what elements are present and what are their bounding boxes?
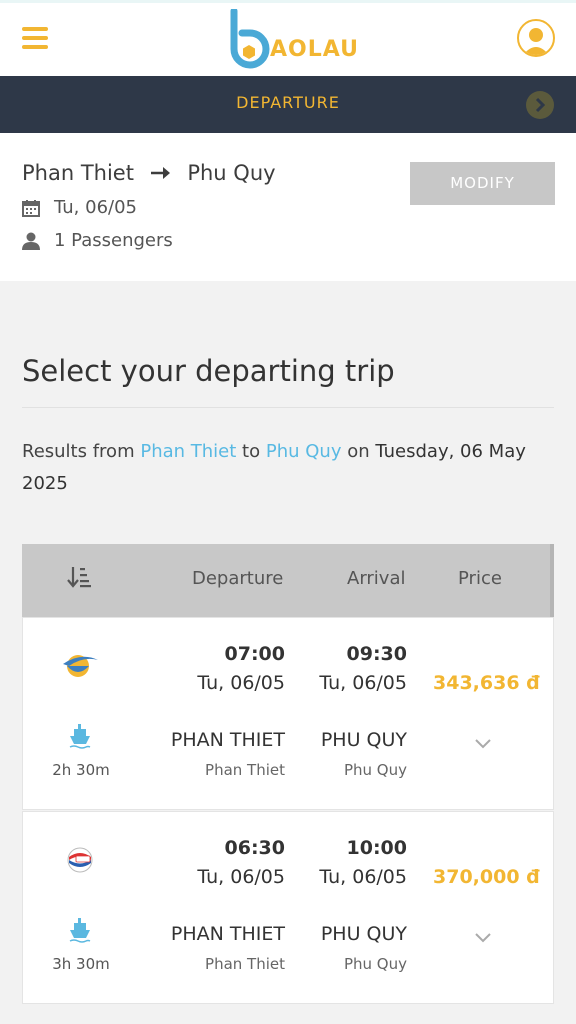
departure-port: PHAN THIET — [170, 729, 285, 751]
trip-card[interactable]: 07:00 Tu, 06/05 09:30 Tu, 06/05 343,636 … — [22, 617, 554, 810]
calendar-icon — [22, 199, 40, 217]
hamburger-menu-icon[interactable] — [22, 27, 48, 49]
modify-button[interactable]: MODIFY — [410, 162, 555, 205]
results-to-city[interactable]: Phu Quy — [266, 441, 342, 462]
trip-summary: Phan Thiet Phu Quy Tu, 06/05 1 Passenger… — [0, 133, 576, 281]
departure-date: Tu, 06/05 — [197, 866, 285, 888]
travel-date: Tu, 06/05 — [54, 197, 137, 218]
ferry-company-logo-icon — [67, 847, 93, 873]
user-avatar-icon[interactable] — [517, 19, 555, 57]
chevron-down-icon[interactable] — [473, 736, 493, 750]
departure-time: 07:00 — [224, 643, 285, 665]
header-price[interactable]: Price — [458, 568, 502, 589]
page-title: Select your departing trip — [22, 354, 395, 388]
baolau-logo[interactable]: AOLAU — [230, 9, 360, 69]
route-from: Phan Thiet — [22, 161, 134, 185]
ship-icon — [69, 724, 91, 749]
arrival-city: Phu Quy — [343, 761, 407, 779]
results-prefix: Results from — [22, 441, 135, 462]
arrow-right-icon — [150, 161, 171, 185]
person-icon — [22, 232, 40, 250]
trip-duration: 2h 30m — [52, 761, 110, 779]
chevron-right-icon[interactable] — [526, 91, 554, 119]
airline-swoosh-logo-icon — [63, 655, 98, 677]
departure-date: Tu, 06/05 — [197, 672, 285, 694]
header-arrival[interactable]: Arrival — [347, 568, 405, 589]
departure-city: Phan Thiet — [205, 955, 285, 973]
route-to: Phu Quy — [187, 161, 276, 185]
arrival-time: 10:00 — [346, 837, 407, 859]
departure-bar: DEPARTURE — [0, 76, 576, 133]
results-to-word: to — [242, 441, 261, 462]
results-table-header: Departure Arrival Price — [22, 544, 554, 617]
results-on-word: on — [347, 441, 370, 462]
app-header: AOLAU — [0, 0, 576, 76]
logo-text: AOLAU — [270, 37, 359, 62]
departure-port: PHAN THIET — [170, 923, 285, 945]
arrival-time: 09:30 — [346, 643, 407, 665]
trip-price: 343,636 đ — [433, 672, 540, 694]
arrival-port: PHU QUY — [320, 729, 407, 751]
arrival-date: Tu, 06/05 — [319, 672, 407, 694]
chevron-down-icon[interactable] — [473, 930, 493, 944]
results-from-city[interactable]: Phan Thiet — [140, 441, 236, 462]
logo-b-icon — [230, 9, 270, 69]
results-text: Results from Phan Thiet to Phu Quy on Tu… — [22, 436, 554, 500]
header-departure[interactable]: Departure — [192, 568, 283, 589]
date-row: Tu, 06/05 — [22, 197, 137, 218]
departure-time: 06:30 — [224, 837, 285, 859]
sort-descending-icon[interactable] — [67, 566, 91, 588]
route-text: Phan Thiet Phu Quy — [22, 161, 276, 185]
trip-price: 370,000 đ — [433, 866, 540, 888]
arrival-port: PHU QUY — [320, 923, 407, 945]
passengers-row: 1 Passengers — [22, 230, 173, 251]
divider — [22, 407, 554, 408]
arrival-date: Tu, 06/05 — [319, 866, 407, 888]
departure-title: DEPARTURE — [236, 93, 340, 112]
departure-city: Phan Thiet — [205, 761, 285, 779]
trip-duration: 3h 30m — [52, 955, 110, 973]
ship-icon — [69, 918, 91, 943]
arrival-city: Phu Quy — [343, 955, 407, 973]
trip-card[interactable]: 06:30 Tu, 06/05 10:00 Tu, 06/05 370,000 … — [22, 811, 554, 1004]
passenger-count: 1 Passengers — [54, 230, 173, 251]
